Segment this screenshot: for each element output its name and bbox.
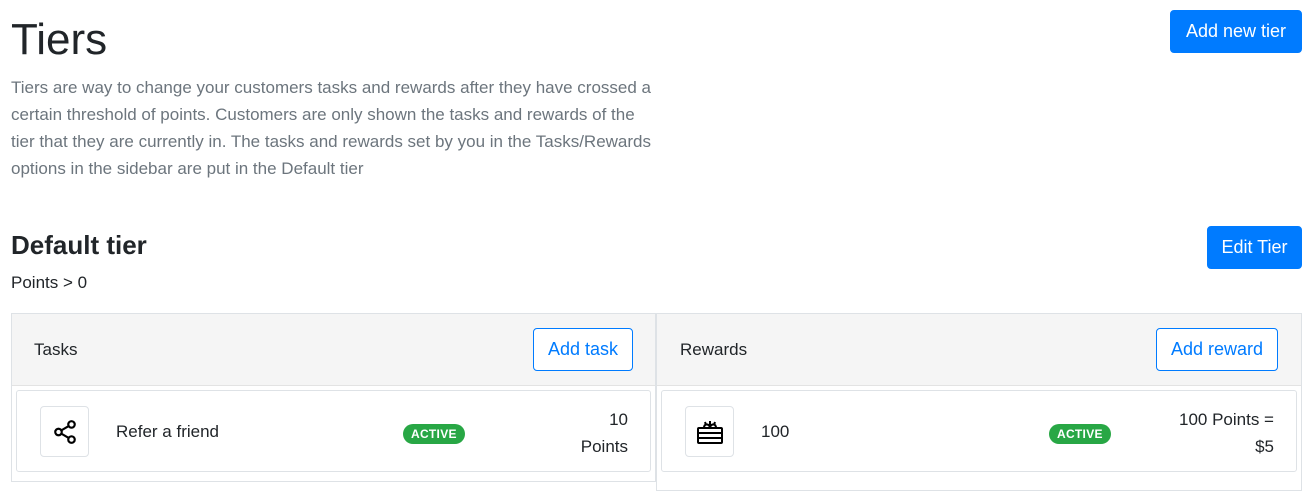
tasks-header-label: Tasks bbox=[34, 340, 78, 359]
add-new-tier-button[interactable]: Add new tier bbox=[1170, 10, 1302, 53]
reward-cost-points: 100 Points = bbox=[1179, 410, 1274, 429]
page-description: Tiers are way to change your customers t… bbox=[11, 78, 652, 178]
reward-cost: 100 Points = $5 bbox=[1179, 406, 1274, 460]
page-title: Tiers bbox=[11, 15, 108, 64]
task-points-unit: Points bbox=[580, 437, 628, 456]
task-points: 10 Points bbox=[581, 406, 628, 460]
add-reward-button[interactable]: Add reward bbox=[1156, 328, 1278, 371]
rewards-header-label: Rewards bbox=[680, 340, 748, 359]
share-icon bbox=[40, 406, 89, 457]
reward-item[interactable]: 100 ACTIVE 100 Points = $5 bbox=[661, 390, 1297, 472]
gift-icon bbox=[685, 406, 734, 457]
task-points-value: 10 bbox=[609, 410, 628, 429]
reward-name: 100 bbox=[761, 422, 790, 441]
add-task-button[interactable]: Add task bbox=[533, 328, 633, 371]
task-item[interactable]: Refer a friend ACTIVE 10 Points bbox=[16, 390, 651, 472]
rewards-card-header: Rewards Add reward bbox=[657, 314, 1301, 386]
task-name: Refer a friend bbox=[116, 422, 219, 441]
tasks-card: Tasks Add task Refer a friend ACTIVE 10 … bbox=[11, 313, 656, 482]
tier-title: Default tier bbox=[11, 230, 147, 260]
status-badge: ACTIVE bbox=[1049, 424, 1111, 444]
tasks-card-header: Tasks Add task bbox=[12, 314, 655, 386]
rewards-card: Rewards Add reward 100 ACTIVE 100 Points… bbox=[656, 313, 1302, 491]
reward-cost-amount: $5 bbox=[1255, 437, 1274, 456]
status-badge: ACTIVE bbox=[403, 424, 465, 444]
tier-condition: Points > 0 bbox=[11, 273, 88, 292]
edit-tier-button[interactable]: Edit Tier bbox=[1207, 226, 1302, 269]
